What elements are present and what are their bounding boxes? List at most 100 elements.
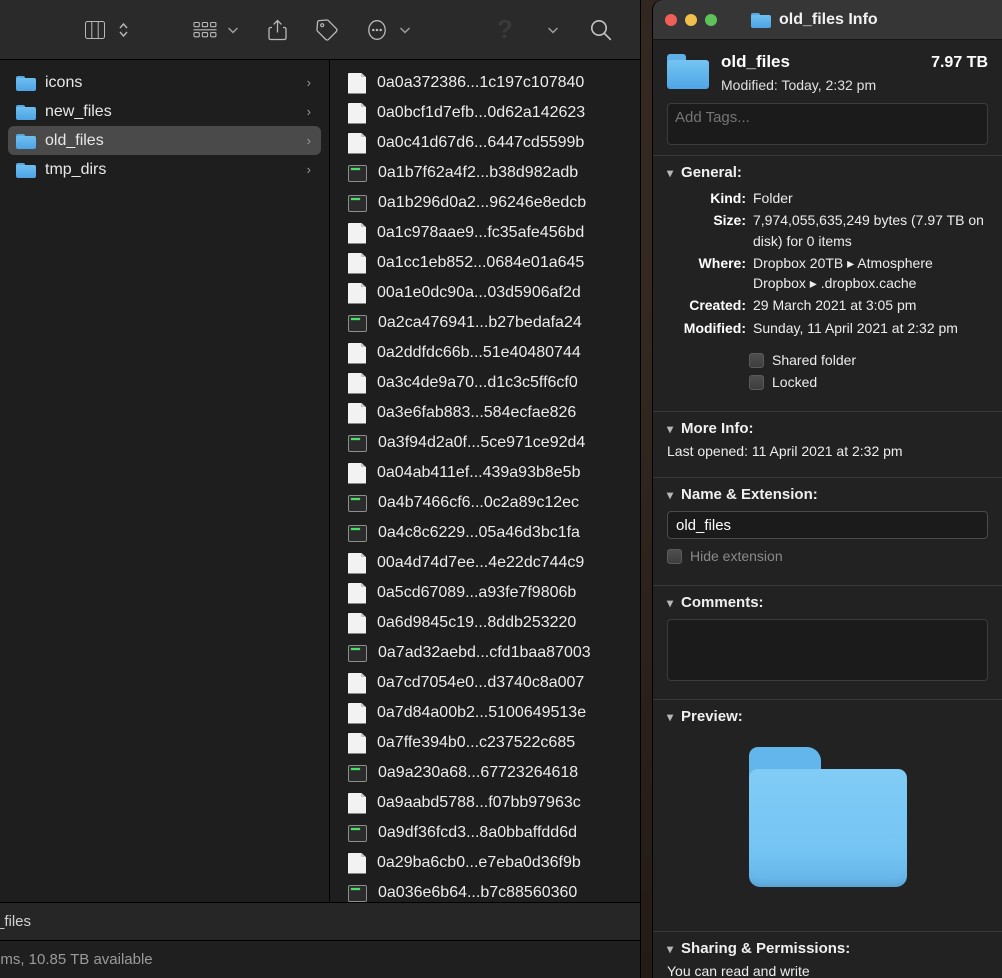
file-row[interactable]: 0a04ab411ef...439a93b8e5b <box>330 458 640 488</box>
file-row[interactable]: 0a2ddfdc66b...51e40480744 <box>330 338 640 368</box>
more-info-section-header[interactable]: ▾ More Info: <box>653 420 1002 437</box>
name-extension-section-title: Name & Extension: <box>681 486 818 504</box>
info-field-key: Created: <box>689 297 746 314</box>
name-extension-section-header[interactable]: ▾ Name & Extension: <box>653 486 1002 503</box>
view-mode-stepper-icon[interactable] <box>112 20 134 40</box>
search-icon[interactable] <box>584 15 618 45</box>
group-by-control[interactable] <box>188 15 244 45</box>
checkbox[interactable] <box>749 352 764 368</box>
chevron-down-icon[interactable]: ▾ <box>667 596 673 610</box>
general-section-header[interactable]: ▾ General: <box>653 164 1002 181</box>
file-row[interactable]: 0a7ad32aebd...cfd1baa87003 <box>330 638 640 668</box>
preview-section-header[interactable]: ▾ Preview: <box>653 708 1002 725</box>
checkbox-row[interactable]: Locked <box>653 371 1002 393</box>
executable-icon <box>348 644 367 662</box>
chevron-down-icon[interactable] <box>542 25 564 35</box>
info-window-title: old_files Info <box>779 10 878 28</box>
chevron-right-icon[interactable]: › <box>307 133 311 148</box>
info-field-value: Dropbox 20TB ▸ Atmosphere Dropbox ▸ .dro… <box>753 254 933 292</box>
file-row[interactable]: 0a9aabd5788...f07bb97963c <box>330 788 640 818</box>
comments-section-header[interactable]: ▾ Comments: <box>653 594 1002 611</box>
general-rows: Kind: Folder Size: 7,974,055,635,249 bytes … <box>653 187 1002 339</box>
general-section: ▾ General: Kind: Folder Size: 7,974,055,635… <box>653 155 1002 401</box>
sidebar-item-tmp_dirs[interactable]: tmp_dirs › <box>8 155 321 184</box>
chevron-down-icon[interactable]: ▾ <box>667 422 673 436</box>
file-row[interactable]: 0a1b7f62a4f2...b38d982adb <box>330 158 640 188</box>
chevron-down-icon[interactable]: ▾ <box>667 488 673 502</box>
hide-extension-checkbox[interactable] <box>667 548 682 564</box>
file-row[interactable]: 0a1c978aae9...fc35afe456bd <box>330 218 640 248</box>
file-row[interactable]: 0a1cc1eb852...0684e01a645 <box>330 248 640 278</box>
file-row[interactable]: 0a036e6b64...b7c88560360 <box>330 878 640 902</box>
file-row[interactable]: 0a7d84a00b2...5100649513e <box>330 698 640 728</box>
chevron-right-icon[interactable]: › <box>307 162 311 177</box>
column-view-icon[interactable] <box>78 15 112 45</box>
name-input[interactable]: old_files <box>667 511 988 540</box>
comments-input[interactable] <box>667 619 988 682</box>
more-actions-control[interactable] <box>360 15 416 45</box>
zoom-button[interactable] <box>705 13 717 26</box>
file-label: 00a4d74d7ee...4e22dc744c9 <box>377 554 585 571</box>
chevron-down-icon[interactable]: ▾ <box>667 710 673 724</box>
sidebar-item-old_files[interactable]: old_files › <box>8 126 321 155</box>
file-label: 0a3f94d2a0f...5ce971ce92d4 <box>378 434 586 451</box>
file-row[interactable]: 00a4d74d7ee...4e22dc744c9 <box>330 548 640 578</box>
finder-window: ? icons › new_files › old_files › tmp_dirs › 0a… <box>0 0 641 978</box>
file-row[interactable]: 0a3f94d2a0f...5ce971ce92d4 <box>330 428 640 458</box>
file-label: 0a0c41d67d6...6447cd5599b <box>377 134 585 151</box>
file-row[interactable]: 0a29ba6cb0...e7eba0d36f9b <box>330 848 640 878</box>
file-label: 00a1e0dc90a...03d5906af2d <box>377 284 581 301</box>
file-row[interactable]: 0a0bcf1d7efb...0d62a142623 <box>330 98 640 128</box>
hide-extension-row[interactable]: Hide extension <box>653 545 1002 567</box>
file-label: 0a1b7f62a4f2...b38d982adb <box>378 164 579 181</box>
help-icon[interactable]: ? <box>488 14 522 45</box>
file-row[interactable]: 0a9a230a68...67723264618 <box>330 758 640 788</box>
chevron-down-icon[interactable]: ▾ <box>667 166 673 180</box>
file-label: 0a9df36fcd3...8a0bbaffdd6d <box>378 824 577 841</box>
general-section-title: General: <box>681 164 742 181</box>
checkbox[interactable] <box>749 374 764 390</box>
minimize-button[interactable] <box>685 13 697 26</box>
info-field-row: Modified: Sunday, 11 April 2021 at 2:32 p… <box>653 317 1002 339</box>
checkbox-row[interactable]: Shared folder <box>653 349 1002 371</box>
file-row[interactable]: 0a0c41d67d6...6447cd5599b <box>330 128 640 158</box>
chevron-down-icon[interactable] <box>394 25 416 35</box>
file-row[interactable]: 0a3e6fab883...584ecfae826 <box>330 398 640 428</box>
file-row[interactable]: 00a1e0dc90a...03d5906af2d <box>330 278 640 308</box>
path-bar[interactable]: _files <box>0 902 640 940</box>
file-row[interactable]: 0a6d9845c19...8ddb253220 <box>330 608 640 638</box>
file-row[interactable]: 0a5cd67089...a93fe7f9806b <box>330 578 640 608</box>
info-item-name: old_files <box>721 52 790 71</box>
info-field-row: Kind: Folder <box>653 187 1002 209</box>
chevron-right-icon[interactable]: › <box>307 104 311 119</box>
close-button[interactable] <box>665 13 677 26</box>
tag-icon[interactable] <box>310 15 344 45</box>
file-row[interactable]: 0a4b7466cf6...0c2a89c12ec <box>330 488 640 518</box>
chevron-right-icon[interactable]: › <box>307 75 311 90</box>
share-icon[interactable] <box>260 15 294 45</box>
folder-icon <box>667 54 709 90</box>
file-row[interactable]: 0a1b296d0a2...96246e8edcb <box>330 188 640 218</box>
group-by-icon[interactable] <box>188 15 222 45</box>
view-mode-control[interactable] <box>78 15 134 45</box>
add-tags-input[interactable]: Add Tags... <box>667 103 988 145</box>
document-icon <box>348 402 366 424</box>
file-row[interactable]: 0a3c4de9a70...d1c3c5ff6cf0 <box>330 368 640 398</box>
chevron-down-icon[interactable]: ▾ <box>667 942 673 956</box>
file-row[interactable]: 0a2ca476941...b27bedafa24 <box>330 308 640 338</box>
more-options-icon[interactable] <box>360 15 394 45</box>
document-icon <box>348 732 366 754</box>
finder-columns: icons › new_files › old_files › tmp_dirs › 0a0a… <box>0 60 640 902</box>
file-row[interactable]: 0a7cd7054e0...d3740c8a007 <box>330 668 640 698</box>
file-label: 0a04ab411ef...439a93b8e5b <box>377 464 581 481</box>
file-column: 0a0a372386...1c197c107840 0a0bcf1d7efb...… <box>330 60 640 902</box>
sidebar-item-new_files[interactable]: new_files › <box>8 97 321 126</box>
file-row[interactable]: 0a9df36fcd3...8a0bbaffdd6d <box>330 818 640 848</box>
info-titlebar[interactable]: old_files Info <box>653 0 1002 40</box>
chevron-down-icon[interactable] <box>222 25 244 35</box>
sharing-section-header[interactable]: ▾ Sharing & Permissions: <box>653 940 1002 957</box>
file-row[interactable]: 0a0a372386...1c197c107840 <box>330 68 640 98</box>
file-row[interactable]: 0a7ffe394b0...c237522c685 <box>330 728 640 758</box>
sidebar-item-icons[interactable]: icons › <box>8 68 321 97</box>
file-row[interactable]: 0a4c8c6229...05a46d3bc1fa <box>330 518 640 548</box>
